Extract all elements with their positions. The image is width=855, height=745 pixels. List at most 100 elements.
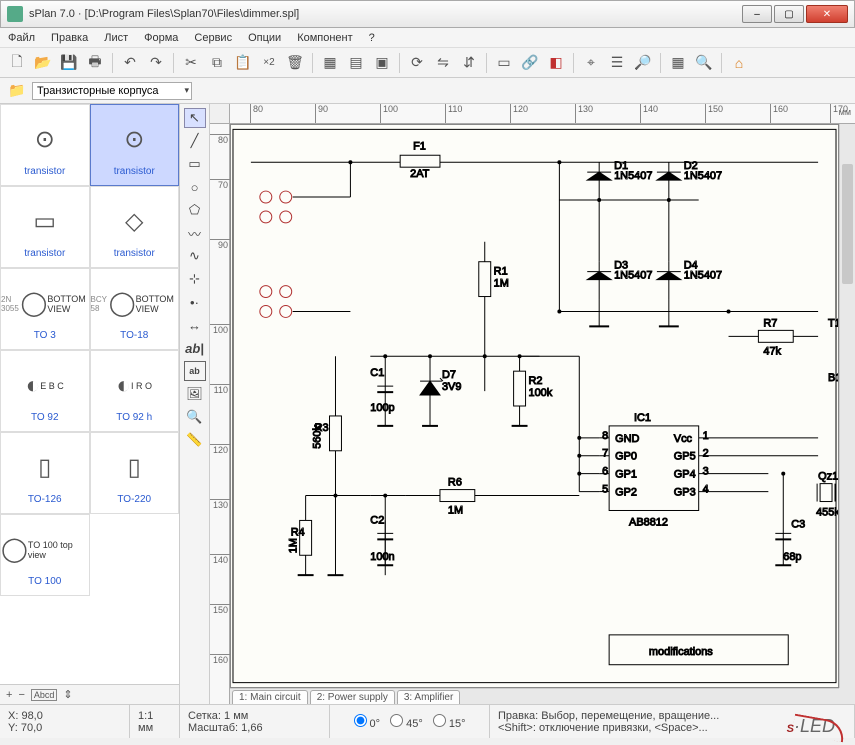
link-button[interactable]: 🔗	[519, 52, 541, 74]
poly-tool[interactable]: ⬠	[184, 200, 206, 220]
svg-text:AB8812: AB8812	[629, 516, 668, 528]
rect-tool[interactable]: ▭	[184, 154, 206, 174]
palette-item[interactable]: ◇transistor	[90, 186, 180, 268]
label-toggle-icon[interactable]: Abcd	[31, 689, 58, 701]
measure-tool[interactable]: 📏	[184, 430, 206, 450]
palette-item[interactable]: ▯TO-126	[0, 432, 90, 514]
palette-item[interactable]: ◐E B CTO 92	[0, 350, 90, 432]
ruler-origin	[210, 104, 230, 124]
palette-item[interactable]: ◯TO 100 top viewTO 100	[0, 514, 90, 596]
list-button[interactable]: ☰	[606, 52, 628, 74]
undo-button[interactable]: ↶	[119, 52, 141, 74]
sheet-tab[interactable]: 1: Main circuit	[232, 690, 308, 704]
paste-button[interactable]: 📋	[232, 52, 254, 74]
menu-файл[interactable]: Файл	[8, 32, 35, 44]
palette-item[interactable]: ◐I R OTO 92 h	[90, 350, 180, 432]
palette-item[interactable]: BCY 58◯BOTTOM VIEWTO-18	[90, 268, 180, 350]
freehand-tool[interactable]: 〰	[184, 223, 206, 243]
svg-text:T1: T1	[828, 317, 838, 329]
palette-item[interactable]: 2N 3055◯BOTTOM VIEWTO 3	[0, 268, 90, 350]
menu-форма[interactable]: Форма	[144, 32, 178, 44]
snap-button[interactable]: ⌖	[580, 52, 602, 74]
dup-button[interactable]: ×2	[258, 52, 280, 74]
delete-button[interactable]: 🗑	[284, 52, 306, 74]
group-button[interactable]: ▣	[371, 52, 393, 74]
palette-item[interactable]: ⊙transistor	[90, 104, 180, 186]
svg-text:1N5407: 1N5407	[614, 170, 652, 182]
lib-open-button[interactable]: 📁	[6, 80, 28, 102]
new-button[interactable]: 🗋	[6, 52, 28, 74]
menu-лист[interactable]: Лист	[104, 32, 128, 44]
menu-?[interactable]: ?	[369, 32, 375, 44]
rotation-option[interactable]: 15°	[433, 714, 466, 730]
status-y: Y: 70,0	[8, 722, 121, 734]
library-select[interactable]: Транзисторные корпуса	[32, 82, 192, 100]
line-tool[interactable]: ╱	[184, 131, 206, 151]
svg-text:GP5: GP5	[674, 451, 696, 463]
search-button[interactable]: 🔎	[632, 52, 654, 74]
schematic-canvas[interactable]: F1 2AT D11N5407	[230, 124, 839, 688]
close-button[interactable]: ✕	[806, 5, 848, 23]
back-button[interactable]: ▤	[345, 52, 367, 74]
junction-tool[interactable]: •·	[184, 292, 206, 312]
rotate-button[interactable]: ⟳	[406, 52, 428, 74]
minimize-button[interactable]: –	[742, 5, 772, 23]
save-button[interactable]: 💾	[58, 52, 80, 74]
grid-button[interactable]: ▦	[667, 52, 689, 74]
svg-text:2AT: 2AT	[410, 168, 430, 180]
print-button[interactable]: 🖶	[84, 52, 106, 74]
sheet-tab[interactable]: 3: Amplifier	[397, 690, 460, 704]
bezier-tool[interactable]: ∿	[184, 246, 206, 266]
svg-text:1N5407: 1N5407	[684, 270, 722, 282]
menu-правка[interactable]: Правка	[51, 32, 88, 44]
maximize-button[interactable]: ▢	[774, 5, 804, 23]
front-button[interactable]: ▦	[319, 52, 341, 74]
scrollbar-vertical[interactable]	[839, 124, 855, 688]
menu-сервис[interactable]: Сервис	[194, 32, 232, 44]
text-tool[interactable]: ab|	[184, 338, 206, 358]
home-button[interactable]: ⌂	[728, 52, 750, 74]
image-tool[interactable]: 🖼	[184, 384, 206, 404]
cut-button[interactable]: ✂	[180, 52, 202, 74]
rotation-option[interactable]: 45°	[390, 714, 423, 730]
circle-tool[interactable]: ○	[184, 177, 206, 197]
svg-text:D7: D7	[442, 369, 456, 381]
svg-text:2: 2	[703, 448, 709, 460]
select-tool[interactable]: ↖	[184, 108, 206, 128]
palette-item[interactable]: ▯TO-220	[90, 432, 180, 514]
status-scale: Масштаб: 1,66	[188, 722, 321, 734]
magnify-tool[interactable]: 🔍	[184, 407, 206, 427]
menu-опции[interactable]: Опции	[248, 32, 281, 44]
component-icon: ◯TO 100 top view	[1, 524, 89, 576]
zoom-button[interactable]: 🔍	[693, 52, 715, 74]
menu-компонент[interactable]: Компонент	[297, 32, 352, 44]
menubar: Файл Правка Лист Форма Сервис Опции Компонент?	[0, 28, 855, 48]
palette-label: transistor	[114, 248, 155, 259]
mirror-v-button[interactable]: ⇵	[458, 52, 480, 74]
svg-text:47k: 47k	[763, 345, 781, 357]
component-icon: ◇	[125, 196, 143, 248]
mirror-h-button[interactable]: ⇋	[432, 52, 454, 74]
textbox-tool[interactable]: ab	[184, 361, 206, 381]
palette-label: TO 92	[31, 412, 59, 423]
node-tool[interactable]: ⊹	[184, 269, 206, 289]
zoom-out-icon[interactable]: −	[18, 689, 24, 701]
rotation-option[interactable]: 0°	[354, 714, 381, 730]
dimension-tool[interactable]: ↔	[184, 315, 206, 335]
align-button[interactable]: ▭	[493, 52, 515, 74]
svg-text:5: 5	[602, 484, 608, 496]
color-button[interactable]: ◧	[545, 52, 567, 74]
sort-icon[interactable]: ⇕	[63, 688, 72, 701]
open-button[interactable]: 📂	[32, 52, 54, 74]
copy-button[interactable]: ⧉	[206, 52, 228, 74]
palette-item[interactable]: ▭transistor	[0, 186, 90, 268]
status-x: X: 98,0	[8, 710, 121, 722]
svg-text:1M: 1M	[494, 278, 509, 290]
svg-text:3: 3	[703, 466, 709, 478]
status-unit: мм	[138, 722, 171, 734]
zoom-in-icon[interactable]: +	[6, 689, 12, 701]
redo-button[interactable]: ↷	[145, 52, 167, 74]
palette-item[interactable]: ⊙transistor	[0, 104, 90, 186]
canvas-area: мм 8090100110120130140150160170 80709010…	[210, 104, 855, 704]
sheet-tab[interactable]: 2: Power supply	[310, 690, 395, 704]
